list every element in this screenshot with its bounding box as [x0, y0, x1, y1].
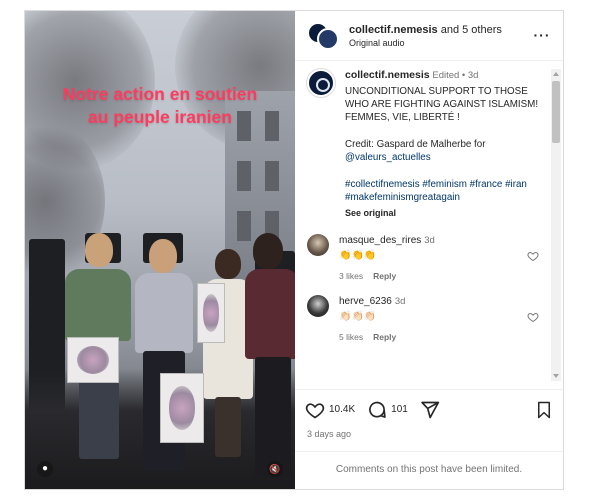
tagged-users-icon[interactable]: ●: [37, 461, 53, 477]
scrollbar-thumb[interactable]: [552, 81, 560, 143]
comment-avatar[interactable]: [307, 234, 329, 256]
credit-link[interactable]: @valeurs_actuelles: [345, 151, 545, 164]
post-actions: 10.4K 101: [295, 389, 563, 429]
comment-count[interactable]: 101: [391, 404, 408, 415]
caption-meta: Edited • 3d: [432, 70, 479, 81]
comment-avatar[interactable]: [307, 295, 329, 317]
reply-button[interactable]: Reply: [373, 271, 396, 281]
post-header: collectif.nemesis and 5 others Original …: [295, 11, 563, 61]
comment-button[interactable]: 101: [367, 400, 408, 420]
overlay-line-2: au peuple iranien: [88, 107, 232, 127]
author-username[interactable]: collectif.nemesis: [349, 24, 438, 36]
overlay-line-1: Notre action en soutien: [62, 84, 258, 104]
like-count[interactable]: 10.4K: [329, 404, 355, 415]
caption-credit: Credit: Gaspard de Malherbe for: [345, 139, 486, 150]
post-author[interactable]: collectif.nemesis and 5 others: [349, 24, 533, 36]
caption-username[interactable]: collectif.nemesis: [345, 69, 430, 81]
caption-avatar[interactable]: [307, 69, 335, 97]
video-player[interactable]: Notre action en soutien au peuple iranie…: [25, 11, 295, 489]
scroll-up-icon[interactable]: [553, 72, 559, 76]
comment-username[interactable]: herve_6236: [339, 296, 392, 307]
comment: masque_des_rires 3d 👏👏👏 3 likes Reply: [307, 234, 551, 283]
comments-scroll-area[interactable]: collectif.nemesis Edited • 3d UNCONDITIO…: [295, 61, 563, 389]
like-comment-heart-icon[interactable]: [527, 311, 539, 323]
comment-icon: [369, 401, 386, 418]
heart-icon: [305, 402, 325, 418]
comment-text: 👏🏻👏🏻👏🏻: [339, 311, 377, 322]
caption-text-2: FEMMES, VIE, LIBERTÉ !: [345, 112, 460, 123]
post-dialog: Notre action en soutien au peuple iranie…: [24, 10, 564, 490]
audio-label[interactable]: Original audio: [349, 38, 533, 48]
bookmark-icon: [538, 401, 550, 418]
comment-likes[interactable]: 3 likes: [339, 271, 363, 281]
comment-time: 3d: [394, 296, 406, 307]
comments-scrollbar[interactable]: [551, 69, 561, 381]
mute-icon[interactable]: 🔇: [267, 461, 283, 477]
see-original-link[interactable]: See original: [345, 207, 545, 220]
comment-text: 👏👏👏: [339, 250, 377, 261]
comment-username[interactable]: masque_des_rires: [339, 235, 421, 246]
save-button[interactable]: [535, 400, 553, 420]
video-overlay-text: Notre action en soutien au peuple iranie…: [25, 83, 295, 129]
comment-likes[interactable]: 5 likes: [339, 332, 363, 342]
reply-button[interactable]: Reply: [373, 332, 396, 342]
posted-time[interactable]: 3 days ago: [295, 429, 563, 451]
post-panel: collectif.nemesis and 5 others Original …: [295, 11, 563, 489]
comments-limited-notice: Comments on this post have been limited.: [295, 451, 563, 489]
comment-time: 3d: [424, 235, 435, 246]
share-button[interactable]: [420, 400, 440, 420]
avatar[interactable]: [307, 21, 341, 50]
more-options-icon[interactable]: ···: [533, 27, 551, 45]
like-button[interactable]: 10.4K: [305, 400, 355, 420]
post-caption: collectif.nemesis Edited • 3d UNCONDITIO…: [307, 69, 551, 220]
caption-text-1: UNCONDITIONAL SUPPORT TO THOSE WHO ARE F…: [345, 86, 539, 110]
like-comment-heart-icon[interactable]: [527, 250, 539, 262]
caption-hashtags[interactable]: #collectifnemesis #feminism #france #ira…: [345, 178, 545, 204]
scroll-down-icon[interactable]: [553, 374, 559, 378]
share-icon: [421, 401, 439, 418]
comment: herve_6236 3d 👏🏻👏🏻👏🏻 5 likes Reply: [307, 295, 551, 344]
collaborators-count[interactable]: and 5 others: [438, 24, 502, 36]
